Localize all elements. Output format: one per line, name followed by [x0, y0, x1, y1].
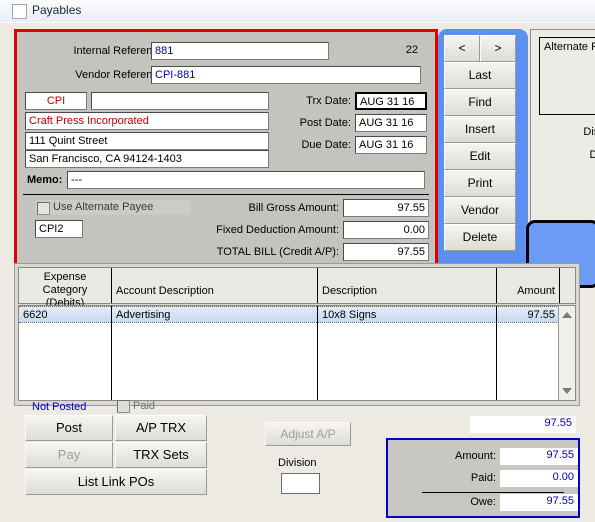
- find-button[interactable]: Find: [444, 89, 516, 116]
- summary-paid-value: 0.00: [500, 470, 578, 487]
- grid-header-row: Expense Category (Debits) Account Descri…: [18, 267, 576, 309]
- bill-gross-amount-label: Bill Gross Amount:: [248, 202, 339, 214]
- memo-label: Memo:: [27, 174, 63, 186]
- summary-owe-value: 97.55: [500, 494, 578, 511]
- use-alternate-payee-checkbox[interactable]: [37, 202, 50, 215]
- cell-account-description: Advertising: [116, 309, 171, 321]
- title-bar: Payables: [0, 0, 595, 23]
- prev-record-button[interactable]: <: [444, 35, 480, 62]
- division-label: Division: [278, 457, 317, 469]
- last-button[interactable]: Last: [444, 62, 516, 89]
- trx-date-label: Trx Date:: [306, 95, 351, 107]
- grid-divider: [496, 306, 497, 400]
- summary-owe-label: Owe:: [470, 496, 496, 508]
- grid-total-amount: 97.55: [470, 416, 576, 433]
- vendor-code-input[interactable]: CPI: [25, 92, 87, 110]
- total-bill-input[interactable]: 97.55: [343, 243, 429, 261]
- window-title: Payables: [32, 3, 82, 17]
- post-button[interactable]: Post: [25, 415, 113, 441]
- column-header-expense-category: Expense Category (Debits): [19, 268, 111, 309]
- discount-label-1: Discou: [583, 126, 595, 138]
- col-header-line1: Expense Category: [42, 271, 88, 296]
- vendor-reference-input[interactable]: CPI-881: [151, 66, 421, 84]
- discount-label-2: Disco: [589, 149, 595, 161]
- fixed-deduction-label: Fixed Deduction Amount:: [216, 224, 339, 236]
- vendor-name-input[interactable]: Craft Press Incorporated: [25, 112, 269, 130]
- summary-divider: [422, 492, 564, 493]
- record-counter: 22: [333, 42, 421, 60]
- edit-button[interactable]: Edit: [444, 143, 516, 170]
- grid-divider: [317, 306, 318, 400]
- divider: [23, 194, 429, 195]
- cell-expense-category: 6620: [23, 309, 48, 321]
- paid-checkbox[interactable]: [117, 400, 130, 413]
- adjust-ap-button[interactable]: Adjust A/P: [265, 422, 351, 446]
- client-area: Internal Reference: 881 22 Vendor Refere…: [0, 22, 595, 522]
- record-nav-buttons: < > Last Find Insert Edit Print Vendor D…: [444, 35, 516, 278]
- internal-reference-input[interactable]: 881: [151, 42, 329, 60]
- vendor-search-input[interactable]: [91, 92, 269, 110]
- post-date-input[interactable]: AUG 31 16: [355, 114, 427, 132]
- pay-button[interactable]: Pay: [25, 442, 113, 468]
- window-icon: [12, 4, 27, 19]
- total-bill-label: TOTAL BILL (Credit A/P):: [216, 246, 339, 258]
- payables-window: Payables Internal Reference: 881 22 Vend…: [0, 0, 595, 522]
- cell-description: 10x8 Signs: [322, 309, 377, 321]
- post-date-label: Post Date:: [299, 117, 351, 129]
- cell-amount: 97.55: [527, 309, 555, 321]
- header-divider: [559, 268, 560, 303]
- summary-amount-label: Amount:: [455, 450, 496, 462]
- paid-label: Paid: [133, 400, 156, 412]
- ap-trx-button[interactable]: A/P TRX: [115, 415, 207, 441]
- alternate-payee-box: Alternate P.: [539, 37, 595, 115]
- bill-header-panel: Internal Reference: 881 22 Vendor Refere…: [14, 29, 438, 266]
- vendor-address1-input[interactable]: 111 Quint Street: [25, 132, 269, 150]
- use-alternate-payee-label: Use Alternate Payee: [53, 201, 154, 213]
- grid-body: 6620 Advertising 10x8 Signs 97.55: [18, 305, 576, 401]
- bill-gross-amount-input[interactable]: 97.55: [343, 199, 429, 217]
- print-button[interactable]: Print: [444, 170, 516, 197]
- totals-summary-box: Amount: 97.55 Paid: 0.00 Owe: 97.55: [386, 438, 580, 518]
- list-link-pos-button[interactable]: List Link POs: [25, 469, 207, 495]
- alt-payee-code-input[interactable]: CPI2: [35, 220, 83, 238]
- summary-amount-value: 97.55: [500, 448, 578, 465]
- vendor-address2-input[interactable]: San Francisco, CA 94124-1403: [25, 150, 269, 168]
- summary-paid-label: Paid:: [470, 472, 496, 484]
- internal-reference-label: Internal Reference:: [73, 45, 167, 57]
- next-record-button[interactable]: >: [480, 35, 516, 62]
- delete-button[interactable]: Delete: [444, 224, 516, 251]
- due-date-input[interactable]: AUG 31 16: [355, 136, 427, 154]
- vendor-reference-label: Vendor Reference:: [75, 69, 167, 81]
- status-badge: Not Posted: [32, 401, 87, 413]
- trx-date-input[interactable]: AUG 31 16: [355, 92, 427, 110]
- memo-input[interactable]: ---: [67, 171, 425, 189]
- insert-button[interactable]: Insert: [444, 116, 516, 143]
- scroll-up-icon[interactable]: [562, 312, 572, 318]
- due-date-label: Due Date:: [301, 139, 351, 151]
- record-nav-panel: < > Last Find Insert Edit Print Vendor D…: [438, 29, 528, 290]
- vendor-button[interactable]: Vendor: [444, 197, 516, 224]
- trx-sets-button[interactable]: TRX Sets: [115, 442, 207, 468]
- table-row[interactable]: 6620 Advertising 10x8 Signs 97.55: [19, 306, 559, 323]
- grid-divider: [111, 306, 112, 400]
- expense-grid: Expense Category (Debits) Account Descri…: [14, 263, 580, 406]
- fixed-deduction-input[interactable]: 0.00: [343, 221, 429, 239]
- grid-scrollbar[interactable]: [558, 306, 575, 400]
- scroll-down-icon[interactable]: [562, 388, 572, 394]
- division-input[interactable]: [281, 473, 320, 494]
